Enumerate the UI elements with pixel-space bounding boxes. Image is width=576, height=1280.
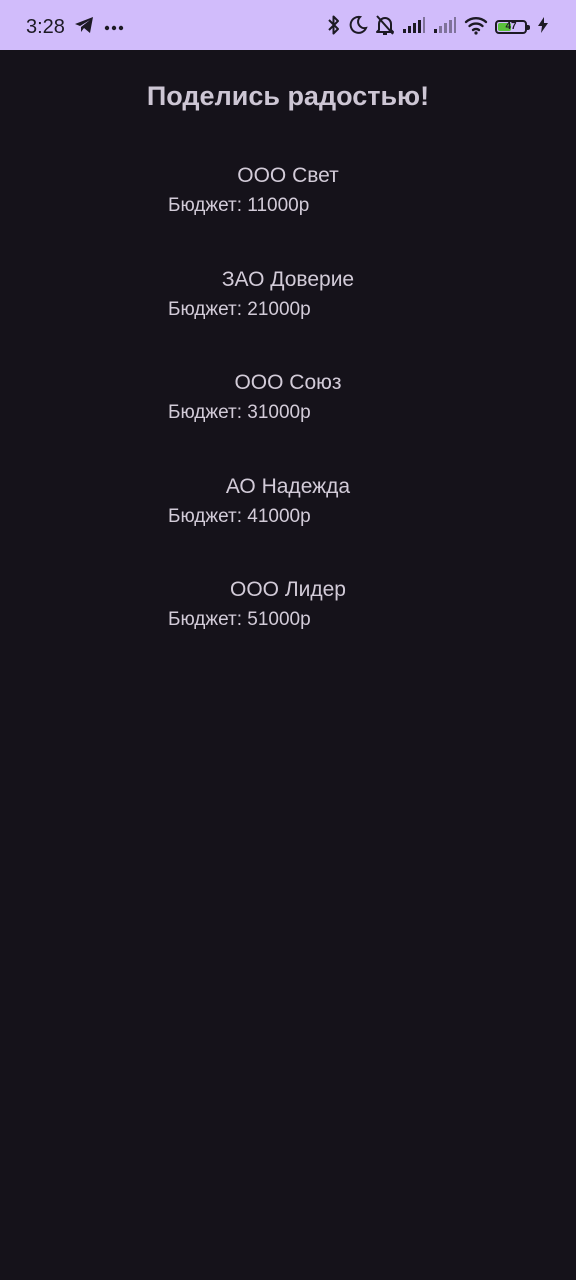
company-budget: Бюджет: 11000р bbox=[168, 195, 310, 216]
status-time: 3:28 bbox=[26, 16, 65, 38]
company-name: АО Надежда bbox=[225, 474, 351, 498]
company-list: ООО Свет Бюджет: 11000р ЗАО Доверие Бюдж… bbox=[0, 158, 576, 676]
company-name: ООО Лидер bbox=[230, 578, 346, 601]
company-budget: Бюджет: 21000р bbox=[168, 298, 311, 320]
company-name: ЗАО Доверие bbox=[221, 267, 355, 291]
more-dots-icon bbox=[104, 18, 124, 36]
list-item[interactable]: ООО Союз Бюджет: 31000р bbox=[0, 365, 576, 469]
wifi-icon bbox=[464, 15, 488, 40]
list-item[interactable]: АО Надежда Бюджет: 41000р bbox=[0, 469, 576, 573]
status-right-icons: 47 bbox=[327, 13, 548, 41]
battery-icon: 47 bbox=[495, 20, 530, 34]
telegram-icon bbox=[74, 16, 94, 39]
battery-level: 47 bbox=[505, 21, 517, 32]
company-name: ООО Союз bbox=[234, 371, 342, 394]
bell-off-icon bbox=[375, 14, 395, 41]
list-item[interactable]: ООО Лидер Бюджет: 51000р bbox=[0, 572, 576, 676]
moon-icon bbox=[348, 15, 368, 40]
list-item[interactable]: ЗАО Доверие Бюджет: 21000р bbox=[0, 262, 576, 366]
charging-bolt-icon bbox=[538, 16, 548, 38]
page-title: Поделись радостью! bbox=[146, 81, 430, 111]
signal-icon bbox=[433, 16, 457, 39]
company-name: ООО Свет bbox=[237, 164, 339, 187]
signal-icon bbox=[402, 16, 426, 39]
status-bar: 3:28 47 bbox=[0, 0, 576, 50]
company-budget: Бюджет: 51000р bbox=[168, 609, 311, 630]
company-budget: Бюджет: 41000р bbox=[168, 505, 311, 527]
status-left-icons bbox=[74, 15, 124, 39]
battery-cap bbox=[527, 25, 530, 30]
bluetooth-icon bbox=[327, 14, 341, 41]
list-item[interactable]: ООО Свет Бюджет: 11000р bbox=[0, 158, 576, 262]
company-budget: Бюджет: 31000р bbox=[168, 402, 311, 423]
